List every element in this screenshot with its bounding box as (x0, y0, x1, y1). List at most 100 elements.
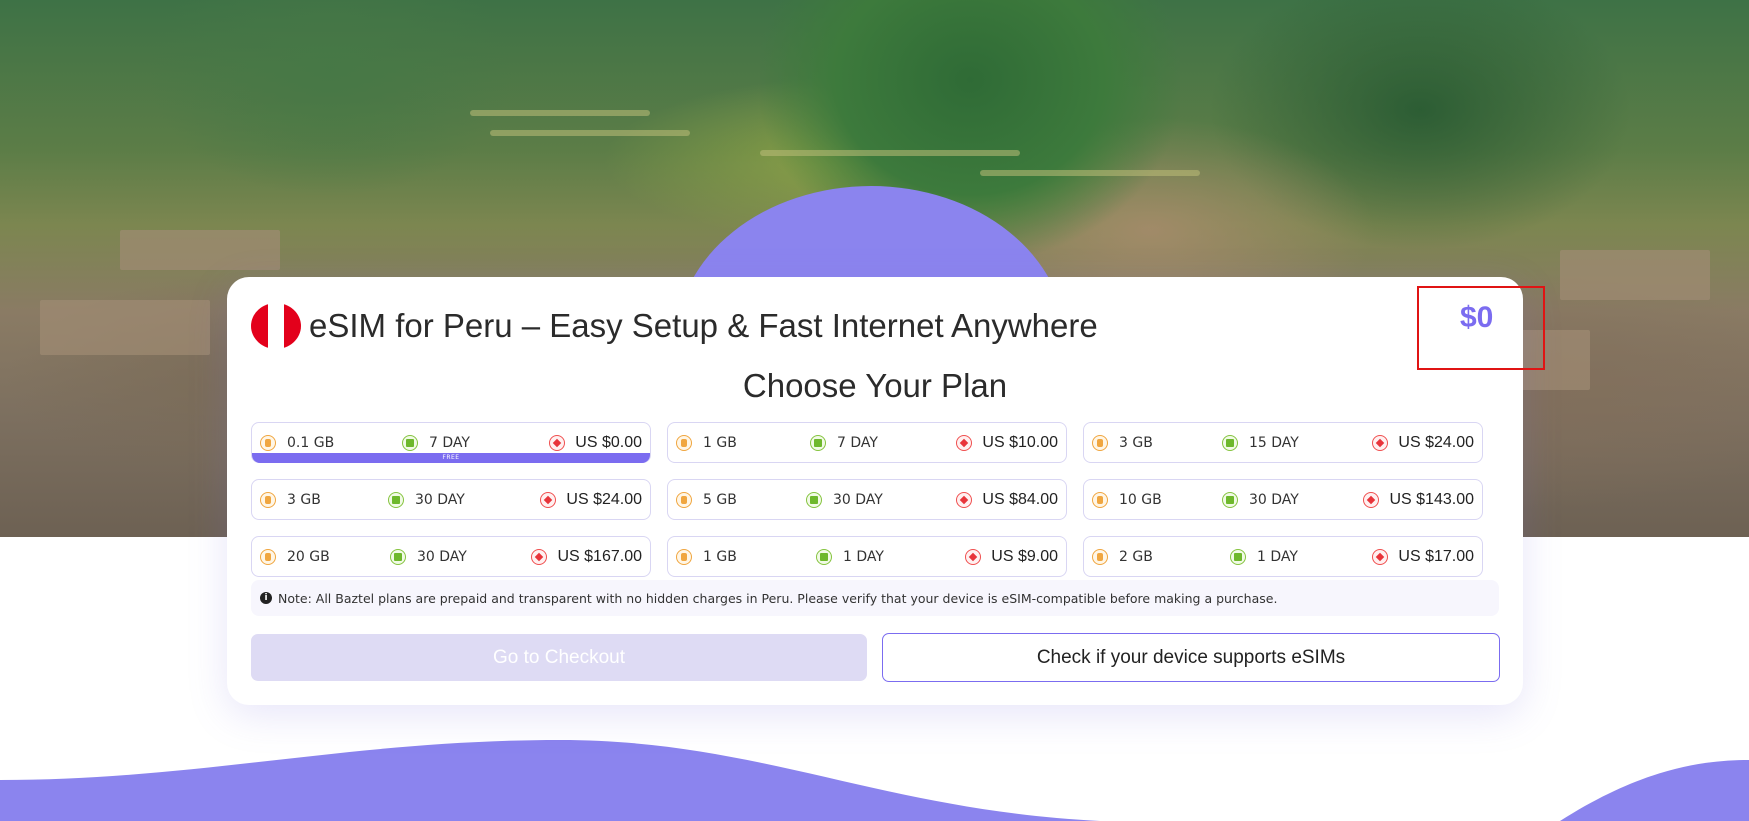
price-tag-icon (1372, 548, 1389, 565)
info-icon: i (260, 592, 272, 604)
check-device-button[interactable]: Check if your device supports eSIMs (882, 633, 1500, 682)
plan-data-cell: 1 GB (676, 537, 737, 576)
free-badge: FREE (252, 453, 650, 463)
plan-days: 15 DAY (1249, 434, 1299, 451)
price-tag-icon (540, 491, 557, 508)
plan-data: 1 GB (703, 434, 737, 451)
checkout-button[interactable]: Go to Checkout (251, 634, 867, 681)
plan-data-cell: 5 GB (676, 480, 737, 519)
plan-data: 3 GB (1119, 434, 1153, 451)
data-icon (1092, 491, 1108, 508)
data-icon (1092, 548, 1108, 565)
price-tag-icon (531, 548, 548, 565)
ruin-wall (40, 300, 210, 355)
plan-price: US $143.00 (1389, 490, 1474, 508)
plan-price-cell: US $24.00 (540, 480, 642, 519)
plan-days-cell: 30 DAY (390, 537, 467, 576)
calendar-icon (806, 491, 822, 508)
price-tag-icon (965, 548, 982, 565)
price-tag-icon (549, 434, 566, 451)
plan-option[interactable]: 20 GB 30 DAY US $167.00 (251, 536, 651, 577)
plan-days: 30 DAY (415, 491, 465, 508)
plan-days: 30 DAY (1249, 491, 1299, 508)
plan-price-cell: US $167.00 (531, 537, 642, 576)
ruin-wall (1560, 250, 1710, 300)
plan-data-cell: 10 GB (1092, 480, 1162, 519)
calendar-icon (402, 434, 418, 451)
plan-days: 30 DAY (417, 548, 467, 565)
plan-price-cell: US $10.00 (956, 423, 1058, 462)
plan-days: 7 DAY (837, 434, 878, 451)
calendar-icon (1222, 491, 1238, 508)
plan-option[interactable]: 1 GB 1 DAY US $9.00 (667, 536, 1067, 577)
calendar-icon (390, 548, 406, 565)
plan-price: US $0.00 (575, 433, 642, 451)
plan-price-cell: US $24.00 (1372, 423, 1474, 462)
plan-price: US $10.00 (982, 433, 1058, 451)
plan-price-cell: US $84.00 (956, 480, 1058, 519)
plan-days-cell: 30 DAY (388, 480, 465, 519)
price-tag-icon (956, 434, 973, 451)
data-icon (676, 491, 692, 508)
plan-data-cell: 2 GB (1092, 537, 1153, 576)
bottom-wave-decoration (0, 740, 1749, 821)
plan-option[interactable]: 2 GB 1 DAY US $17.00 (1083, 536, 1483, 577)
data-icon (676, 434, 692, 451)
plan-data-cell: 3 GB (1092, 423, 1153, 462)
plans-heading: Choose Your Plan (742, 367, 1008, 404)
calendar-icon (1222, 434, 1238, 451)
plan-days-cell: 30 DAY (806, 480, 883, 519)
ruin-wall (120, 230, 280, 270)
plan-data: 10 GB (1119, 491, 1162, 508)
plan-price-cell: US $17.00 (1372, 537, 1474, 576)
plan-grid: 0.1 GB 7 DAY US $0.00 FREE 1 GB 7 DAY US… (251, 422, 1487, 577)
plan-data: 1 GB (703, 548, 737, 565)
plan-price: US $9.00 (991, 547, 1058, 565)
calendar-icon (816, 548, 832, 565)
plan-price: US $24.00 (566, 490, 642, 508)
data-icon (260, 491, 276, 508)
plan-days-cell: 1 DAY (816, 537, 884, 576)
data-icon (676, 548, 692, 565)
plan-price: US $17.00 (1398, 547, 1474, 565)
plan-price-cell: US $143.00 (1363, 480, 1474, 519)
plan-option[interactable]: 3 GB 15 DAY US $24.00 (1083, 422, 1483, 463)
plan-option[interactable]: 0.1 GB 7 DAY US $0.00 FREE (251, 422, 651, 463)
price-tag-icon (1372, 434, 1389, 451)
terrace (470, 110, 650, 116)
note-text: Note: All Baztel plans are prepaid and t… (278, 590, 1278, 606)
note-banner: i Note: All Baztel plans are prepaid and… (251, 580, 1499, 616)
plan-days: 7 DAY (429, 434, 470, 451)
title-row: eSIM for Peru – Easy Setup & Fast Intern… (251, 303, 1098, 349)
terrace (980, 170, 1200, 176)
plan-data-cell: 1 GB (676, 423, 737, 462)
plan-days-cell: 7 DAY (810, 423, 878, 462)
calendar-icon (1230, 548, 1246, 565)
plan-days-cell: 15 DAY (1222, 423, 1299, 462)
total-price: $0 (1460, 301, 1494, 334)
plan-days: 1 DAY (1257, 548, 1298, 565)
plan-data: 0.1 GB (287, 434, 335, 451)
plan-option[interactable]: 1 GB 7 DAY US $10.00 (667, 422, 1067, 463)
plan-price: US $24.00 (1398, 433, 1474, 451)
plan-option[interactable]: 3 GB 30 DAY US $24.00 (251, 479, 651, 520)
peru-flag-icon (251, 303, 301, 349)
plan-data: 3 GB (287, 491, 321, 508)
price-tag-icon (956, 491, 973, 508)
plan-days: 1 DAY (843, 548, 884, 565)
plan-price: US $84.00 (982, 490, 1058, 508)
terrace (760, 150, 1020, 156)
data-icon (260, 548, 276, 565)
plan-data-cell: 20 GB (260, 537, 330, 576)
calendar-icon (810, 434, 826, 451)
data-icon (1092, 434, 1108, 451)
plan-days-cell: 1 DAY (1230, 537, 1298, 576)
plan-price: US $167.00 (557, 547, 642, 565)
plan-data: 5 GB (703, 491, 737, 508)
calendar-icon (388, 491, 404, 508)
price-tag-icon (1363, 491, 1380, 508)
data-icon (260, 434, 276, 451)
plan-option[interactable]: 5 GB 30 DAY US $84.00 (667, 479, 1067, 520)
plan-option[interactable]: 10 GB 30 DAY US $143.00 (1083, 479, 1483, 520)
plan-days: 30 DAY (833, 491, 883, 508)
